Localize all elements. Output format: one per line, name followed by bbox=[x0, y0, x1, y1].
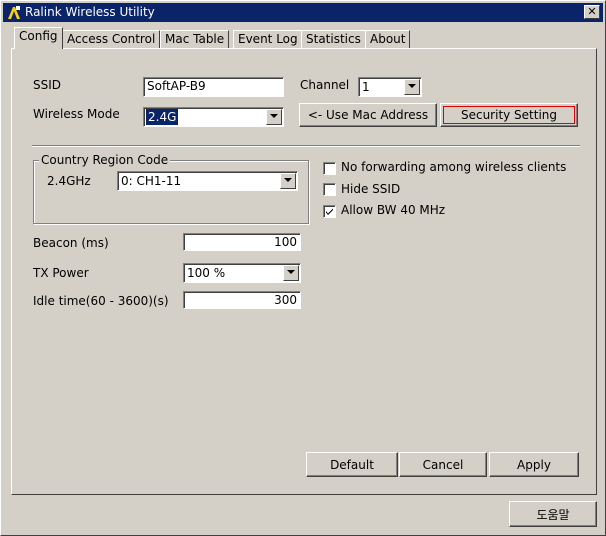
cancel-button[interactable]: Cancel bbox=[399, 452, 487, 477]
chevron-down-icon[interactable] bbox=[283, 265, 299, 281]
wireless-mode-select[interactable]: 2.4G bbox=[143, 107, 284, 127]
tx-power-select[interactable]: 100 % bbox=[183, 263, 301, 283]
use-mac-address-button[interactable]: <- Use Mac Address bbox=[299, 103, 437, 127]
chevron-down-icon[interactable] bbox=[266, 109, 282, 125]
security-setting-label: Security Setting bbox=[443, 106, 575, 124]
default-label: Default bbox=[330, 457, 374, 472]
wireless-mode-value: 2.4G bbox=[146, 109, 179, 125]
idle-time-input[interactable]: 300 bbox=[183, 291, 301, 309]
channel-select[interactable]: 1 bbox=[358, 77, 422, 97]
beacon-label: Beacon (ms) bbox=[33, 236, 109, 250]
tab-mac-table[interactable]: Mac Table bbox=[160, 30, 230, 48]
apply-label: Apply bbox=[517, 457, 551, 472]
tx-power-label: TX Power bbox=[33, 266, 89, 280]
channel-label: Channel bbox=[300, 78, 350, 92]
region-select[interactable]: 0: CH1-11 bbox=[117, 171, 298, 191]
title-bar[interactable]: Ralink Wireless Utility ✕ bbox=[3, 3, 603, 22]
country-region-group bbox=[33, 160, 309, 224]
cancel-label: Cancel bbox=[422, 457, 464, 472]
ssid-label: SSID bbox=[33, 78, 62, 92]
ssid-input[interactable]: SoftAP-B9 bbox=[143, 77, 284, 97]
tab-event-log[interactable]: Event Log bbox=[233, 30, 303, 48]
tab-about[interactable]: About bbox=[365, 30, 411, 48]
tab-access-control[interactable]: Access Control bbox=[62, 30, 161, 48]
tab-config-label: Config bbox=[19, 29, 58, 43]
allow-bw-40-label: Allow BW 40 MHz bbox=[341, 203, 446, 217]
use-mac-address-label: <- Use Mac Address bbox=[307, 108, 429, 122]
ralink-app-icon bbox=[6, 5, 22, 21]
no-forwarding-checkbox[interactable] bbox=[323, 162, 336, 175]
tab-config[interactable]: Config bbox=[14, 27, 63, 49]
tx-power-value: 100 % bbox=[187, 266, 226, 280]
country-region-title: Country Region Code bbox=[39, 153, 171, 167]
no-forwarding-label: No forwarding among wireless clients bbox=[341, 160, 567, 174]
window-title: Ralink Wireless Utility bbox=[25, 5, 155, 19]
chevron-down-icon[interactable] bbox=[404, 79, 420, 95]
help-label: 도움말 bbox=[536, 507, 570, 522]
hide-ssid-label: Hide SSID bbox=[341, 182, 401, 196]
close-button[interactable]: ✕ bbox=[584, 5, 600, 19]
tab-event-log-label: Event Log bbox=[238, 32, 298, 46]
checkmark-icon bbox=[326, 208, 333, 215]
chevron-down-icon[interactable] bbox=[280, 173, 296, 189]
ralink-utility-window: Ralink Wireless Utility ✕ Config Access … bbox=[0, 0, 606, 536]
default-button[interactable]: Default bbox=[306, 452, 398, 477]
beacon-input[interactable]: 100 bbox=[183, 233, 301, 251]
close-icon: ✕ bbox=[587, 5, 597, 18]
apply-button[interactable]: Apply bbox=[489, 452, 579, 477]
tab-statistics[interactable]: Statistics bbox=[301, 30, 366, 48]
tab-mac-table-label: Mac Table bbox=[165, 32, 225, 46]
idle-time-label: Idle time(60 - 3600)(s) bbox=[33, 294, 169, 308]
security-setting-button[interactable]: Security Setting bbox=[440, 103, 578, 127]
band-label: 2.4GHz bbox=[47, 174, 91, 188]
tab-statistics-label: Statistics bbox=[306, 32, 361, 46]
tab-access-control-label: Access Control bbox=[67, 32, 156, 46]
channel-value: 1 bbox=[362, 80, 370, 94]
tab-about-label: About bbox=[370, 32, 406, 46]
wireless-mode-label: Wireless Mode bbox=[33, 107, 120, 121]
help-button[interactable]: 도움말 bbox=[509, 501, 597, 527]
section-divider bbox=[32, 145, 580, 147]
hide-ssid-checkbox[interactable] bbox=[323, 183, 336, 196]
region-value: 0: CH1-11 bbox=[121, 174, 182, 188]
allow-bw-40-checkbox[interactable] bbox=[323, 205, 336, 218]
